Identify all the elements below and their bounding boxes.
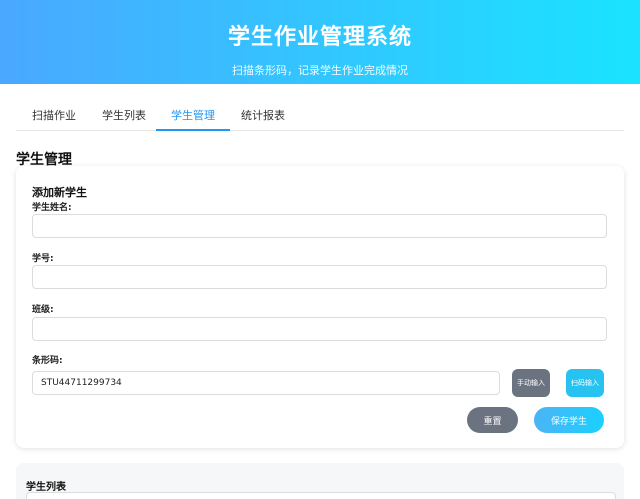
student-name-label: 学生姓名:	[32, 203, 72, 213]
student-name-input[interactable]	[32, 214, 607, 238]
tab-bar: 扫描作业 学生列表 学生管理 统计报表	[16, 96, 624, 131]
tab-statistics-report[interactable]: 统计报表	[241, 96, 285, 129]
tab-student-list[interactable]: 学生列表	[102, 96, 146, 129]
app-title: 学生作业管理系统	[227, 25, 412, 50]
student-list-card: 学生列表	[16, 463, 624, 499]
student-list-title: 学生列表	[26, 482, 66, 493]
scan-input-button[interactable]: 扫码输入	[566, 369, 604, 397]
student-id-label: 学号:	[32, 254, 54, 264]
app-header: 学生作业管理系统 扫描条形码，记录学生作业完成情况	[0, 0, 640, 84]
tab-student-management[interactable]: 学生管理	[156, 96, 230, 131]
tab-scan-homework[interactable]: 扫描作业	[32, 96, 76, 129]
save-student-button[interactable]: 保存学生	[534, 407, 604, 433]
reset-button[interactable]: 重置	[467, 407, 518, 433]
barcode-input[interactable]	[32, 371, 500, 395]
add-student-card: 添加新学生 学生姓名: 学号: 班级: 条形码: 手动输入 扫码输入 重置 保存…	[16, 166, 624, 448]
student-id-input[interactable]	[32, 265, 607, 289]
app-subtitle: 扫描条形码，记录学生作业完成情况	[232, 64, 408, 77]
class-input[interactable]	[32, 317, 607, 341]
add-student-title: 添加新学生	[32, 186, 87, 199]
app-window: 学生作业管理系统 扫描条形码，记录学生作业完成情况 扫描作业 学生列表 学生管理…	[0, 0, 640, 499]
student-list-search-field[interactable]	[26, 492, 616, 499]
barcode-label: 条形码:	[32, 356, 63, 366]
manual-input-button[interactable]: 手动输入	[512, 369, 550, 397]
class-label: 班级:	[32, 305, 54, 315]
